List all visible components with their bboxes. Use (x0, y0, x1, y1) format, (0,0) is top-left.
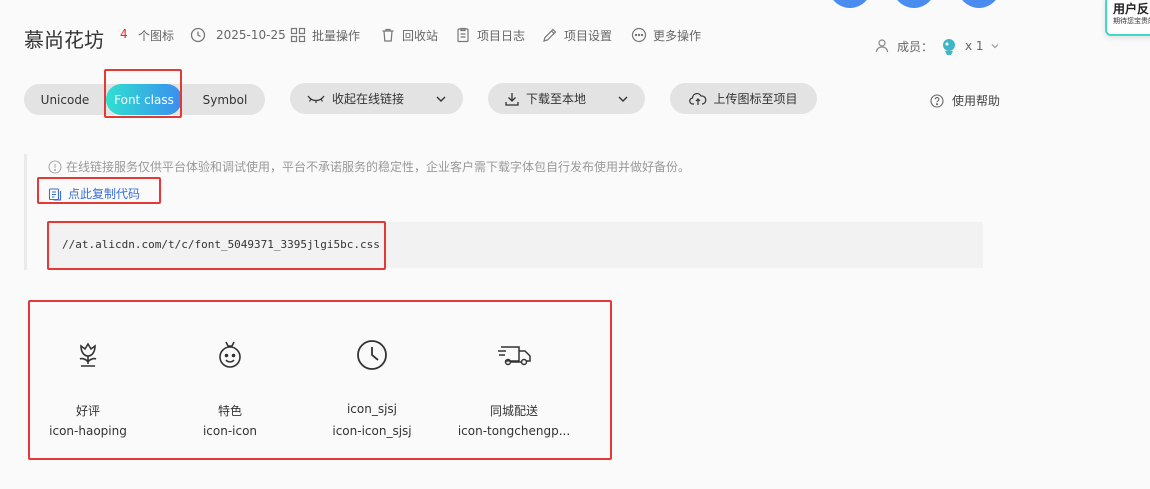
online-link-notice: 在线链接服务仅供平台体验和调试使用，平台不承诺服务的稳定性，企业客户需下载字体包… (48, 158, 690, 175)
upload-button[interactable]: 上传图标至项目 (670, 83, 817, 114)
member-avatar (943, 39, 956, 55)
chevron-down-icon (991, 44, 999, 49)
floating-avatar-1 (826, 0, 874, 8)
settings-label: 项目设置 (564, 28, 613, 43)
feedback-widget[interactable]: 用户反 期待您宝贵的 (1105, 0, 1150, 36)
project-title: 慕尚花坊 (24, 28, 104, 52)
trash-label: 回收站 (402, 28, 439, 43)
feedback-subtitle: 期待您宝贵的 (1113, 17, 1150, 25)
download-button[interactable]: 下载至本地 (488, 83, 645, 114)
help-label: 使用帮助 (952, 94, 1001, 108)
floating-avatar-3 (955, 0, 1003, 8)
info-divider (24, 154, 27, 270)
upload-label: 上传图标至项目 (713, 92, 798, 106)
project-date: 2025-10-25 (190, 26, 286, 44)
members[interactable]: 成员： x 1 (875, 36, 1000, 56)
icon-count: 4 (120, 27, 128, 41)
floating-avatar-2 (890, 0, 938, 8)
settings-button[interactable]: 项目设置 (542, 26, 612, 44)
annotation-box-code (47, 221, 386, 270)
annotation-box-icons (28, 300, 612, 460)
help-icon (930, 93, 944, 108)
members-icon (875, 39, 889, 53)
date-text: 2025-10-25 (216, 28, 286, 42)
clock-icon (190, 27, 206, 43)
members-count: x 1 (965, 39, 984, 53)
notice-text: 在线链接服务仅供平台体验和调试使用，平台不承诺服务的稳定性，企业客户需下载字体包… (66, 160, 691, 174)
batch-icon (290, 27, 306, 43)
batch-label: 批量操作 (312, 28, 361, 43)
settings-icon (543, 28, 557, 42)
collapse-link-label: 收起在线链接 (332, 92, 405, 106)
feedback-title: 用户反 (1113, 2, 1150, 16)
collapse-link-button[interactable]: 收起在线链接 (290, 83, 463, 114)
batch-button[interactable]: 批量操作 (290, 26, 360, 44)
tab-unicode[interactable]: Unicode (30, 84, 100, 115)
download-label: 下载至本地 (526, 92, 587, 106)
members-label: 成员： (897, 39, 934, 54)
trash-button[interactable]: 回收站 (380, 26, 438, 44)
help-link[interactable]: 使用帮助 (930, 92, 1000, 109)
info-icon (48, 159, 62, 174)
log-icon (457, 27, 469, 43)
log-button[interactable]: 项目日志 (455, 26, 525, 44)
trash-icon (382, 28, 394, 42)
annotation-box-tab (104, 69, 182, 118)
chevron-down-icon (618, 96, 628, 102)
icon-count-label: 个图标 (138, 28, 175, 43)
annotation-box-copy (37, 177, 161, 204)
chevron-down-icon (436, 96, 446, 102)
eye-closed-icon (307, 95, 325, 103)
log-label: 项目日志 (477, 28, 526, 43)
tab-symbol[interactable]: Symbol (190, 84, 260, 115)
cloud-upload-icon (689, 92, 707, 105)
more-label: 更多操作 (653, 28, 702, 43)
more-icon (631, 27, 647, 43)
download-icon (505, 92, 519, 106)
more-button[interactable]: 更多操作 (631, 26, 701, 44)
